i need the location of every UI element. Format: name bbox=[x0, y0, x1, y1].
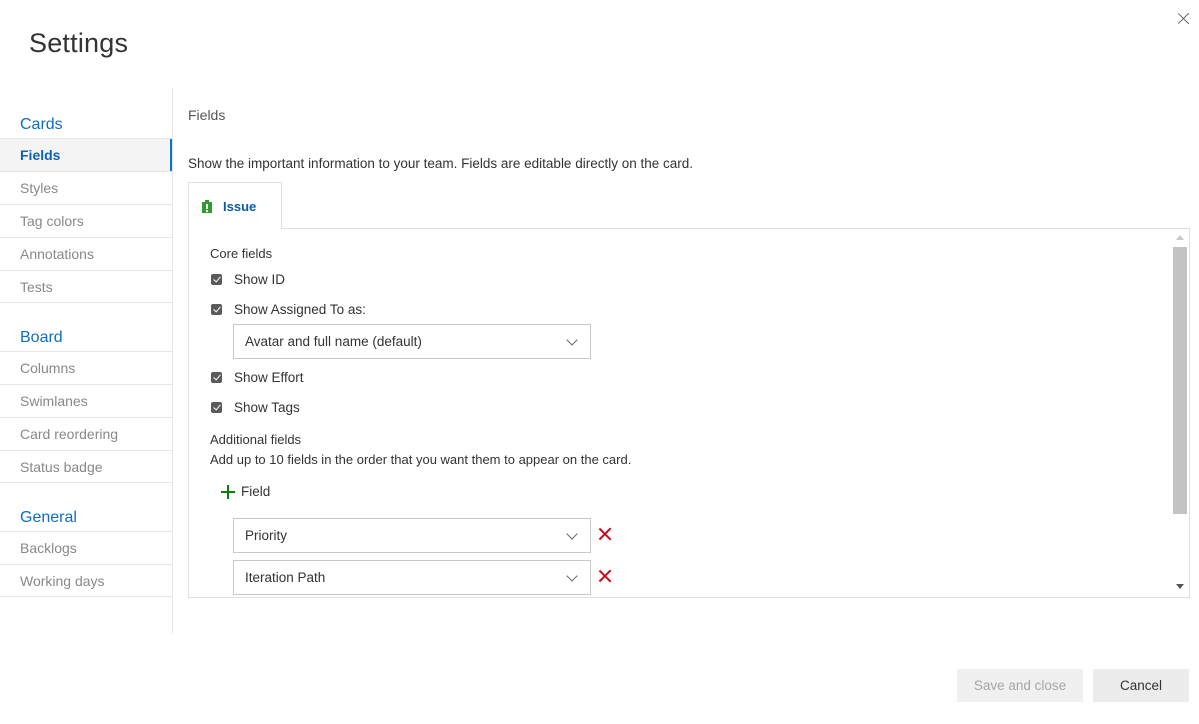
show-effort-label: Show Effort bbox=[234, 370, 304, 385]
checkbox-checked-icon bbox=[211, 372, 222, 383]
save-and-close-button[interactable]: Save and close bbox=[957, 669, 1083, 702]
nav-group-general: General bbox=[20, 509, 77, 526]
nav-item-styles[interactable]: Styles bbox=[0, 171, 172, 204]
remove-field-icon[interactable] bbox=[598, 527, 612, 541]
checkbox-checked-icon bbox=[211, 274, 222, 285]
dialog-title: Settings bbox=[29, 28, 129, 58]
checkbox-checked-icon bbox=[211, 304, 222, 315]
additional-field-select[interactable]: Priority bbox=[233, 518, 591, 553]
chevron-down-icon bbox=[566, 570, 578, 582]
add-field-label: Field bbox=[241, 484, 271, 499]
show-tags-label: Show Tags bbox=[234, 400, 300, 415]
nav-item-backlogs[interactable]: Backlogs bbox=[0, 531, 172, 564]
vertical-scrollbar[interactable] bbox=[1171, 229, 1189, 597]
additional-fields-hint: Add up to 10 fields in the order that yo… bbox=[210, 452, 632, 467]
show-id-checkbox[interactable]: Show ID bbox=[211, 272, 285, 287]
tab-issue[interactable]: Issue bbox=[188, 182, 282, 229]
show-assigned-checkbox[interactable]: Show Assigned To as: bbox=[211, 302, 366, 317]
core-fields-heading: Core fields bbox=[210, 246, 273, 261]
show-effort-checkbox[interactable]: Show Effort bbox=[211, 370, 304, 385]
nav-item-working-days[interactable]: Working days bbox=[0, 564, 172, 597]
nav-item-fields[interactable]: Fields bbox=[0, 138, 173, 171]
assigned-to-select[interactable]: Avatar and full name (default) bbox=[233, 324, 591, 359]
scroll-down-arrow-icon[interactable] bbox=[1176, 584, 1184, 589]
nav-item-tag-colors[interactable]: Tag colors bbox=[0, 204, 172, 237]
nav-divider bbox=[172, 88, 173, 634]
nav-item-annotations[interactable]: Annotations bbox=[0, 237, 172, 270]
cancel-button[interactable]: Cancel bbox=[1093, 669, 1189, 702]
add-field-button[interactable]: Field bbox=[221, 484, 270, 499]
nav-group-cards: Cards bbox=[20, 116, 63, 133]
scroll-up-arrow-icon[interactable] bbox=[1176, 235, 1184, 240]
scroll-thumb[interactable] bbox=[1173, 247, 1187, 514]
chevron-down-icon bbox=[566, 528, 578, 540]
show-assigned-label: Show Assigned To as: bbox=[234, 302, 366, 317]
remove-field-icon[interactable] bbox=[598, 569, 612, 583]
tab-label: Issue bbox=[223, 198, 257, 214]
fields-panel: Core fields Show ID Show Assigned To as:… bbox=[188, 228, 1190, 598]
section-description: Show the important information to your t… bbox=[188, 156, 694, 171]
issue-icon bbox=[202, 199, 212, 213]
checkbox-checked-icon bbox=[211, 402, 222, 413]
assigned-to-value: Avatar and full name (default) bbox=[245, 334, 422, 349]
additional-fields-heading: Additional fields bbox=[210, 432, 302, 447]
settings-nav: Cards Fields Styles Tag colors Annotatio… bbox=[0, 104, 173, 597]
nav-item-columns[interactable]: Columns bbox=[0, 351, 172, 384]
nav-item-tests[interactable]: Tests bbox=[0, 270, 172, 303]
show-id-label: Show ID bbox=[234, 272, 286, 287]
close-icon[interactable] bbox=[1176, 11, 1192, 27]
plus-icon bbox=[221, 484, 235, 499]
show-tags-checkbox[interactable]: Show Tags bbox=[211, 400, 300, 415]
nav-group-board: Board bbox=[20, 329, 63, 346]
additional-field-select[interactable]: Iteration Path bbox=[233, 560, 591, 595]
nav-item-swimlanes[interactable]: Swimlanes bbox=[0, 384, 172, 417]
nav-item-card-reordering[interactable]: Card reordering bbox=[0, 417, 172, 450]
nav-item-status-badge[interactable]: Status badge bbox=[0, 450, 172, 483]
additional-field-value: Iteration Path bbox=[245, 570, 326, 585]
section-title: Fields bbox=[188, 107, 226, 123]
chevron-down-icon bbox=[566, 334, 578, 346]
additional-field-value: Priority bbox=[245, 528, 288, 543]
